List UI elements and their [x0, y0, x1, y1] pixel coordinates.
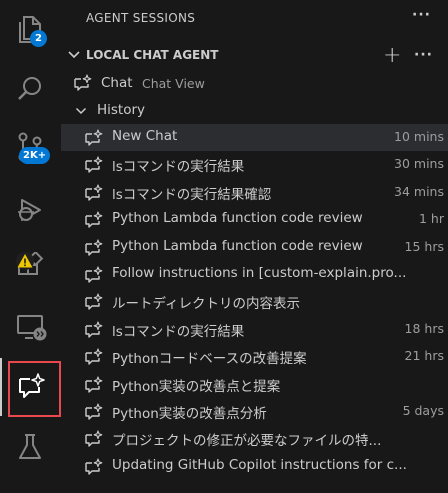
remote-explorer-icon [17, 315, 47, 341]
chat-sparkle-icon [84, 156, 104, 180]
explorer-button[interactable]: 2 [0, 2, 61, 56]
session-title: Updating GitHub Copilot instructions for… [112, 456, 407, 473]
session-time: 1 hr [419, 211, 444, 227]
highlight-box [8, 361, 61, 417]
history-group[interactable]: History [61, 99, 448, 123]
chat-sparkle-icon [84, 376, 104, 400]
session-title: ルートディレクトリの内容表示 [112, 296, 301, 313]
session-time: 30 mins [394, 156, 444, 172]
chat-view-item[interactable]: Chat Chat View [61, 72, 448, 96]
debug-icon [18, 199, 41, 221]
session-title: lsコマンドの実行結果 [112, 323, 245, 340]
views-more-actions[interactable]: ··· [412, 7, 431, 23]
session-title: プロジェクトの修正が必要なファイルの特... [112, 433, 382, 450]
session-title: New Chat [112, 128, 178, 144]
session-item[interactable]: Pythonコードベースの改善提案 21 hrs [61, 343, 448, 370]
session-title: Follow instructions in [custom-explain.p… [112, 265, 407, 281]
session-title: Python Lambda function code review [112, 210, 363, 227]
session-item[interactable]: Python実装の改善点分析 5 days [61, 398, 448, 425]
activity-bar: 2 2K+ [0, 0, 61, 493]
session-item[interactable]: ルートディレクトリの内容表示 [61, 288, 448, 315]
chat-sparkle-icon [84, 321, 104, 345]
session-item[interactable]: Python Lambda function code review 15 hrs [61, 234, 448, 261]
session-time: 5 days [402, 403, 444, 418]
chat-sparkle-icon [84, 403, 104, 427]
session-title: lsコマンドの実行結果確認 [112, 186, 272, 203]
active-indicator [0, 358, 2, 416]
session-item[interactable]: プロジェクトの修正が必要なファイルの特... [61, 425, 448, 452]
chat-sparkle-icon [74, 74, 92, 91]
session-item[interactable]: New Chat 10 mins [61, 124, 448, 151]
session-title: Pythonコードベースの改善提案 [112, 351, 307, 368]
chat-sparkle-icon [84, 239, 104, 263]
session-item[interactable]: lsコマンドの実行結果 18 hrs [61, 316, 448, 343]
session-time: 15 hrs [404, 238, 444, 254]
remote-explorer-button[interactable] [0, 300, 61, 354]
session-title: Python実装の改善点と提案 [112, 378, 281, 395]
extensions-button[interactable] [0, 240, 61, 294]
chat-sparkle-icon [84, 211, 104, 235]
chat-sparkle-icon [84, 430, 104, 454]
session-item[interactable]: lsコマンドの実行結果 30 mins [61, 151, 448, 178]
section-title: LOCAL CHAT AGENT [86, 48, 219, 62]
chevron-down-icon [68, 51, 80, 59]
session-item[interactable]: Python実装の改善点と提案 [61, 371, 448, 398]
session-item[interactable]: lsコマンドの実行結果確認 34 mins [61, 179, 448, 206]
section-more-actions[interactable]: ··· [414, 47, 433, 63]
warning-icon [16, 252, 34, 270]
session-title: lsコマンドの実行結果 [112, 159, 245, 176]
session-title: Python実装の改善点分析 [112, 406, 267, 422]
chat-sparkle-icon [84, 458, 104, 482]
session-item[interactable]: Follow instructions in [custom-explain.p… [61, 261, 448, 288]
chevron-down-icon [75, 107, 87, 115]
agent-sessions-panel: AGENT SESSIONS ··· LOCAL CHAT AGENT + ··… [61, 0, 448, 493]
session-time: 34 mins [394, 183, 444, 199]
history-label: History [97, 102, 146, 118]
session-item[interactable]: Updating GitHub Copilot instructions for… [61, 453, 448, 480]
search-icon [18, 77, 41, 100]
run-debug-button[interactable] [0, 180, 61, 234]
session-title: Python Lambda function code review [112, 237, 363, 254]
session-time: 10 mins [394, 129, 444, 144]
session-item[interactable]: Python Lambda function code review 1 hr [61, 206, 448, 233]
chat-description: Chat View [142, 76, 205, 91]
chat-sparkle-icon [84, 293, 104, 317]
explorer-badge: 2 [30, 30, 47, 47]
chat-sparkle-icon [84, 129, 104, 153]
chat-sparkle-icon [84, 266, 104, 290]
chat-label: Chat [101, 75, 133, 91]
source-control-badge: 2K+ [19, 147, 51, 164]
search-button[interactable] [0, 62, 61, 116]
chat-sparkle-icon [84, 184, 104, 208]
session-time: 21 hrs [404, 348, 444, 364]
section-header-local-chat-agent[interactable]: LOCAL CHAT AGENT + ··· [61, 43, 448, 68]
new-session-button[interactable]: + [383, 43, 401, 68]
testing-button[interactable] [0, 420, 61, 474]
flask-icon [19, 434, 41, 459]
chat-sparkle-icon [84, 348, 104, 372]
panel-title: AGENT SESSIONS [86, 11, 196, 25]
session-time: 18 hrs [404, 320, 444, 336]
source-control-button[interactable]: 2K+ [0, 118, 61, 172]
